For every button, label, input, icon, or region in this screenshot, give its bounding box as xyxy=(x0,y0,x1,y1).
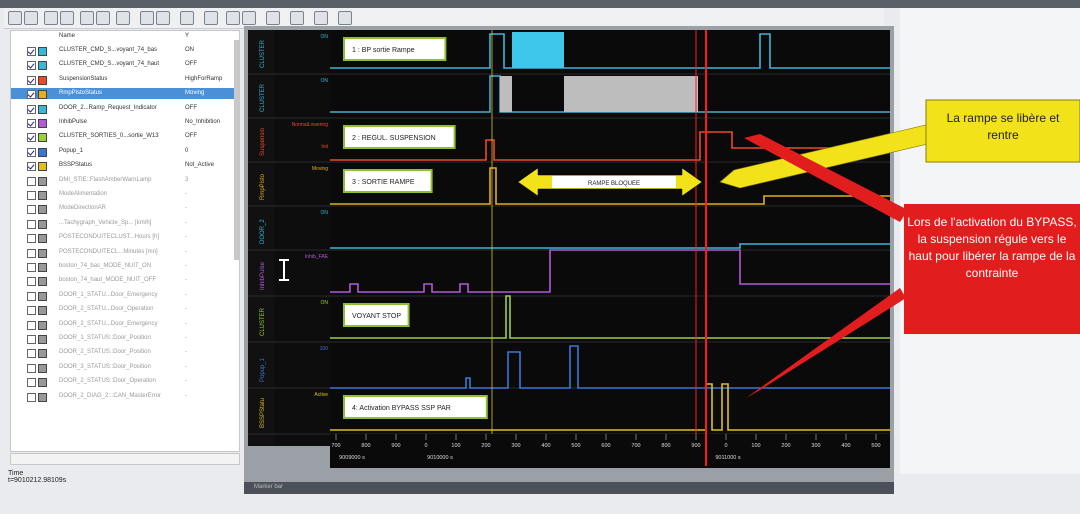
lane-annotation: 4: Activation BYPASS SSP PAR xyxy=(352,405,451,412)
lane-tag: RmpPisto xyxy=(260,173,266,200)
lane-tag: InhibPulse xyxy=(260,261,266,290)
lane-tag: Popup_1 xyxy=(260,357,266,382)
signal-block xyxy=(564,76,698,112)
lane-level-bottom: Init xyxy=(321,144,328,150)
axis-secondary-label: 9010000 s xyxy=(427,455,453,461)
lane-level-top: ON xyxy=(321,78,329,84)
level-label-column xyxy=(274,30,330,446)
axis-tick-label: 600 xyxy=(601,443,610,449)
lane-tag: DOOR_2 xyxy=(260,219,266,244)
lane-level-top: Active xyxy=(314,392,328,398)
lane-tag: CLUSTER xyxy=(260,39,266,68)
axis-tick-label: 500 xyxy=(571,443,580,449)
lane-tag: Suspensio xyxy=(260,127,266,156)
axis-tick-label: 300 xyxy=(811,443,820,449)
lane-level-top: Inhib_FAE xyxy=(305,254,329,260)
axis-tick-label: 800 xyxy=(361,443,370,449)
lane-tag: BSSPStatu xyxy=(260,398,266,428)
axis-tick-label: 700 xyxy=(331,443,340,449)
lane-annotation: VOYANT STOP xyxy=(352,313,401,320)
axis-tick-label: 800 xyxy=(661,443,670,449)
lane-level-top: ON xyxy=(321,34,329,40)
lane-level-top: NormalLowering xyxy=(292,122,329,128)
ramp-blocked-label: RAMPE BLOQUEE xyxy=(588,181,640,187)
axis-tick-label: 200 xyxy=(781,443,790,449)
lane-annotation: 1 : BP sortie Rampe xyxy=(352,47,415,54)
yellow-callout-text: La rampe se libère et rentre xyxy=(946,111,1060,142)
lane-annotation: 2 : REGUL. SUSPENSION xyxy=(352,135,436,142)
lane-level-top: ON xyxy=(321,300,329,306)
axis-secondary-label: 9009000 s xyxy=(339,455,365,461)
yellow-callout: La rampe se libère et rentre xyxy=(946,111,1060,142)
lane-annotation: 3 : SORTIE RAMPE xyxy=(352,179,415,186)
axis-tick-label: 900 xyxy=(691,443,700,449)
axis-tick-label: 300 xyxy=(511,443,520,449)
axis-tick-label: 0 xyxy=(424,443,427,449)
red-callout-text: Lors de l'activation du BYPASS, la suspe… xyxy=(907,215,1077,280)
red-callout: Lors de l'activation du BYPASS, la suspe… xyxy=(907,215,1077,280)
axis-tick-label: 900 xyxy=(391,443,400,449)
lane-tag: CLUSTER xyxy=(260,83,266,112)
axis-tick-label: 0 xyxy=(724,443,727,449)
time-axis[interactable] xyxy=(330,434,890,468)
axis-tick-label: 400 xyxy=(541,443,550,449)
lane-level-top: 100 xyxy=(320,346,329,352)
waveform-view[interactable]: CLUSTER ON 1 : BP sortie Rampe CLUSTER ON Sus… xyxy=(0,0,1080,514)
axis-tick-label: 100 xyxy=(451,443,460,449)
lane-level-top: ON xyxy=(321,210,329,216)
signal-block xyxy=(512,32,564,68)
signal-block xyxy=(500,76,512,112)
axis-tick-label: 500 xyxy=(871,443,880,449)
lane-level-top: Moving xyxy=(312,166,328,172)
app-window: Name Y CLUSTER_CMD_S...voyant_74_bas ON CL… xyxy=(0,0,1080,514)
axis-tick-label: 400 xyxy=(841,443,850,449)
axis-tick-label: 100 xyxy=(751,443,760,449)
axis-tick-label: 700 xyxy=(631,443,640,449)
axis-secondary-label: 9011000 s xyxy=(715,455,741,461)
lane-tag: CLUSTER xyxy=(260,307,266,336)
axis-tick-label: 200 xyxy=(481,443,490,449)
